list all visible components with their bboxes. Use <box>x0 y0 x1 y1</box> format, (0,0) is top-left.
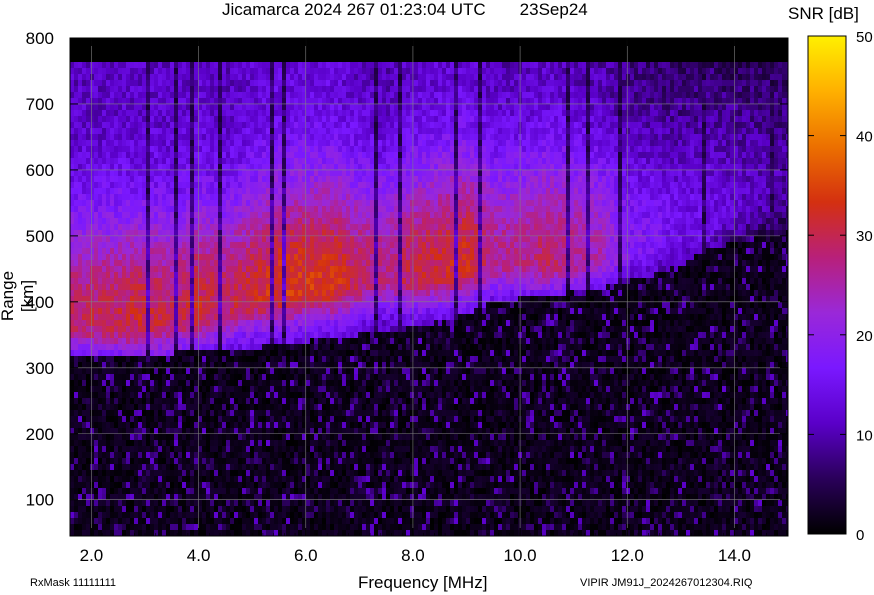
x-tick-label: 2.0 <box>80 546 104 565</box>
colorbar-tick-label: 50 <box>856 29 873 46</box>
x-tick-label: 4.0 <box>187 546 211 565</box>
colorbar <box>807 35 847 535</box>
y-tick-label: 800 <box>26 29 54 48</box>
y-tick-label: 500 <box>26 227 54 246</box>
x-tick-label: 14.0 <box>718 546 751 565</box>
x-tick-label: 12.0 <box>611 546 644 565</box>
colorbar-tick-label: 40 <box>856 129 873 146</box>
y-tick-label: 100 <box>26 491 54 510</box>
x-tick-label: 6.0 <box>294 546 318 565</box>
ionogram-chart: 2.0 4.0 6.0 8.0 10.0 12.0 14.01002003004005006… <box>26 29 873 565</box>
colorbar-tick-label: 30 <box>856 228 873 245</box>
colorbar-tick-label: 0 <box>856 527 864 544</box>
colorbar-tick-label: 20 <box>856 328 873 345</box>
x-tick-label: 10.0 <box>504 546 537 565</box>
y-tick-label: 600 <box>26 161 54 180</box>
y-tick-label: 700 <box>26 95 54 114</box>
colorbar-tick-label: 10 <box>856 427 873 444</box>
y-tick-label: 200 <box>26 425 54 444</box>
y-tick-label: 400 <box>26 293 54 312</box>
heatmap-cells <box>70 38 788 536</box>
x-tick-label: 8.0 <box>401 546 425 565</box>
y-tick-label: 300 <box>26 359 54 378</box>
